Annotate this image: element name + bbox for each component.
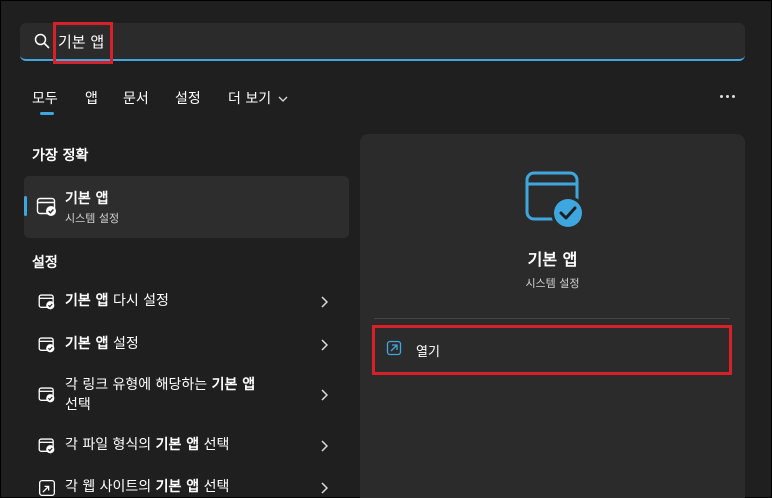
tab-settings[interactable]: 설정 (175, 88, 201, 108)
dot (720, 95, 723, 98)
settings-result-default-apps-by-website[interactable]: 각 웹 사이트의 기본 앱 선택 (24, 476, 349, 498)
tab-more[interactable]: 더 보기 (228, 88, 288, 108)
search-box[interactable] (20, 23, 745, 61)
default-apps-icon (38, 438, 55, 454)
default-apps-icon (38, 337, 55, 353)
link-app-icon (38, 479, 56, 497)
result-label: 각 웹 사이트의 기본 앱 선택 (65, 479, 230, 495)
active-tab-indicator (40, 112, 54, 115)
settings-result-default-apps-by-file-type[interactable]: 각 파일 형식의 기본 앱 선택 (24, 434, 349, 458)
chevron-right-icon (321, 296, 328, 308)
result-label: 각 파일 형식의 기본 앱 선택 (65, 437, 230, 453)
default-apps-icon (36, 197, 56, 216)
best-match-subtitle: 시스템 설정 (65, 212, 120, 225)
settings-heading: 설정 (32, 255, 58, 271)
detail-subtitle: 시스템 설정 (525, 277, 580, 290)
chevron-right-icon (321, 339, 328, 351)
chevron-right-icon (321, 482, 328, 494)
best-match-title: 기본 앱 (65, 191, 109, 207)
tab-apps[interactable]: 앱 (85, 88, 98, 108)
tab-all[interactable]: 모두 (32, 88, 58, 108)
dot (732, 95, 735, 98)
selection-indicator (24, 196, 27, 216)
search-icon (34, 33, 50, 49)
more-options-button[interactable] (718, 88, 738, 106)
result-label: 각 링크 유형에 해당하는 기본 앱 선택 (65, 377, 256, 413)
chevron-down-icon (278, 96, 288, 102)
divider (374, 318, 730, 319)
best-match-result[interactable]: 기본 앱 시스템 설정 (24, 176, 349, 238)
search-input[interactable] (58, 29, 658, 53)
result-label: 기본 앱 설정 (65, 336, 139, 352)
chevron-right-icon (321, 440, 328, 452)
default-apps-icon (38, 387, 55, 403)
tab-documents[interactable]: 문서 (123, 88, 149, 108)
chevron-right-icon (321, 389, 328, 401)
default-apps-large-icon (525, 171, 585, 230)
detail-panel: 기본 앱 시스템 설정 열기 (360, 134, 745, 498)
best-match-heading: 가장 정확 (32, 148, 89, 164)
default-apps-icon (38, 294, 55, 310)
settings-result-default-apps-settings[interactable]: 기본 앱 설정 (24, 333, 349, 357)
search-query-highlight-box (53, 22, 113, 64)
settings-result-default-apps-by-link-type[interactable]: 각 링크 유형에 해당하는 기본 앱 선택 (24, 375, 349, 417)
open-action-highlight-box (372, 325, 732, 375)
dot (726, 95, 729, 98)
result-label: 기본 앱 다시 설정 (65, 293, 169, 309)
settings-result-reset-default-apps[interactable]: 기본 앱 다시 설정 (24, 290, 349, 314)
tab-more-label: 더 보기 (228, 91, 272, 107)
detail-title: 기본 앱 (527, 250, 578, 269)
